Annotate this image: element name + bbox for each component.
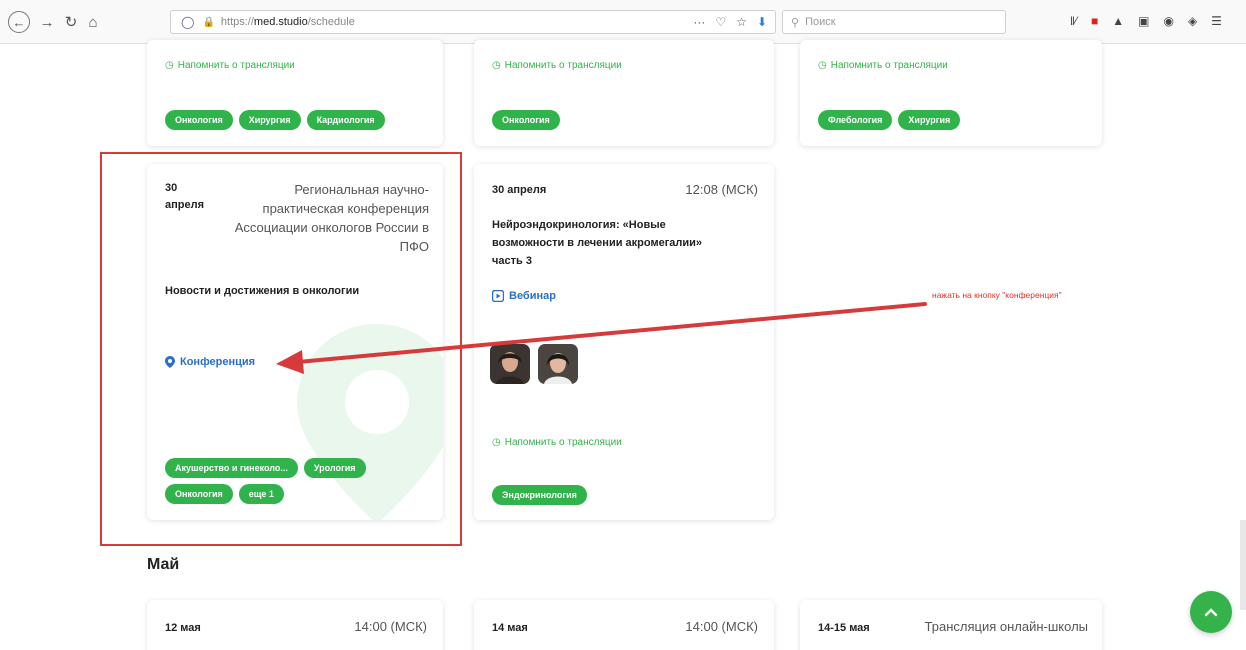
clock-icon: ◷ bbox=[165, 60, 174, 71]
more-tags-button[interactable]: еще 1 bbox=[238, 484, 284, 504]
extension-icon[interactable]: ■ bbox=[1091, 14, 1098, 28]
conference-button[interactable]: Конференция bbox=[165, 356, 255, 368]
scrollbar[interactable] bbox=[1240, 520, 1246, 610]
tag[interactable]: Урология bbox=[303, 458, 366, 478]
drive-icon[interactable]: ▲ bbox=[1112, 14, 1124, 28]
pocket-icon[interactable]: ♡ bbox=[715, 15, 726, 29]
event-card: ◷ Напомнить о трансляции Флебология Хирур… bbox=[800, 40, 1102, 146]
clock-icon: ◷ bbox=[492, 60, 501, 71]
event-description: Новости и достижения в онкологии bbox=[165, 285, 360, 297]
event-title: Региональная научно- практическая конфер… bbox=[234, 182, 429, 254]
remind-link[interactable]: ◷ Напомнить о трансляции bbox=[818, 60, 948, 71]
event-description: Нейроэндокринология: «Новые возможности … bbox=[492, 219, 703, 267]
event-card: ◷ Напомнить о трансляции Онкология bbox=[474, 40, 774, 146]
url-text[interactable]: https://med.studio/schedule bbox=[221, 16, 355, 28]
forward-button[interactable]: → bbox=[38, 13, 56, 31]
event-date: 12 мая bbox=[165, 622, 201, 634]
page-actions-icon[interactable]: ··· bbox=[693, 15, 705, 29]
scroll-to-top-button[interactable] bbox=[1190, 591, 1232, 633]
clock-icon: ◷ bbox=[492, 437, 501, 448]
event-time: 12:08 (МСК) bbox=[685, 182, 758, 197]
remind-link[interactable]: ◷ Напомнить о трансляции bbox=[165, 60, 295, 71]
settings-icon[interactable]: ◉ bbox=[1163, 14, 1173, 28]
clock-icon: ◷ bbox=[818, 60, 827, 71]
tag[interactable]: Кардиология bbox=[306, 110, 385, 130]
annotation-arrow-icon bbox=[276, 302, 927, 374]
tag-list: Флебология Хирургия bbox=[818, 110, 961, 130]
tag[interactable]: Онкология bbox=[165, 484, 233, 504]
section-title-may: Май bbox=[147, 556, 180, 573]
search-icon: ⚲ bbox=[791, 16, 800, 29]
event-title: Трансляция онлайн-школы bbox=[924, 619, 1088, 634]
reader-icon[interactable]: ▣ bbox=[1138, 14, 1149, 28]
addon-icon[interactable]: ◈ bbox=[1188, 14, 1197, 28]
tag-list: Онкология Хирургия Кардиология bbox=[165, 110, 385, 130]
tag[interactable]: Хирургия bbox=[238, 110, 301, 130]
back-button[interactable]: ← bbox=[8, 11, 30, 33]
lock-icon[interactable]: 🔒 bbox=[202, 17, 214, 28]
event-time: 14:00 (МСК) bbox=[354, 619, 427, 634]
event-card: ◷ Напомнить о трансляции Онкология Хирург… bbox=[147, 40, 443, 146]
event-date: 14 мая bbox=[492, 622, 528, 634]
event-card[interactable]: 12 мая 14:00 (МСК) bbox=[147, 600, 443, 650]
tag[interactable]: Эндокринология bbox=[492, 485, 587, 505]
tag[interactable]: Хирургия bbox=[898, 110, 961, 130]
browser-toolbar: ← → ↻ ⌂ ◯ 🔒 https://med.studio/schedule … bbox=[0, 0, 1246, 44]
event-date: 14-15 мая bbox=[818, 622, 870, 634]
remind-link[interactable]: ◷ Напомнить о трансляции bbox=[492, 437, 622, 448]
tag-list: Онкология bbox=[492, 110, 560, 130]
home-icon[interactable]: ⌂ bbox=[84, 13, 102, 31]
event-time: 14:00 (МСК) bbox=[685, 619, 758, 634]
tag-list: Эндокринология bbox=[492, 485, 587, 505]
download-icon[interactable]: ⬇ bbox=[757, 15, 767, 29]
address-bar[interactable]: ◯ 🔒 https://med.studio/schedule ··· ♡ ☆ … bbox=[170, 10, 776, 34]
tag[interactable]: Акушерство и гинеколо... bbox=[165, 458, 298, 478]
chevron-up-icon bbox=[1204, 608, 1218, 617]
reload-button[interactable]: ↻ bbox=[62, 13, 80, 31]
search-input[interactable]: ⚲ Поиск bbox=[782, 10, 1006, 34]
location-pin-icon bbox=[165, 356, 175, 368]
tag-list: Акушерство и гинеколо... Урология Онколо… bbox=[165, 458, 435, 504]
search-placeholder: Поиск bbox=[805, 16, 836, 28]
menu-icon[interactable]: ☰ bbox=[1211, 14, 1222, 28]
tag[interactable]: Онкология bbox=[165, 110, 233, 130]
event-date: 30 апреля bbox=[165, 182, 205, 211]
event-card[interactable]: 14 мая 14:00 (МСК) bbox=[474, 600, 774, 650]
tracking-shield-icon[interactable]: ◯ bbox=[181, 15, 194, 29]
event-card[interactable]: 14-15 мая Трансляция онлайн-школы bbox=[800, 600, 1102, 650]
remind-link[interactable]: ◷ Напомнить о трансляции bbox=[492, 60, 622, 71]
tag[interactable]: Онкология bbox=[492, 110, 560, 130]
library-icon[interactable]: ‖⁄ bbox=[1070, 14, 1077, 28]
tag[interactable]: Флебология bbox=[818, 110, 893, 130]
bookmark-star-icon[interactable]: ☆ bbox=[736, 15, 747, 29]
event-date: 30 апреля bbox=[492, 184, 547, 196]
annotation-text: нажать на кнопку "конференция" bbox=[932, 290, 1062, 300]
